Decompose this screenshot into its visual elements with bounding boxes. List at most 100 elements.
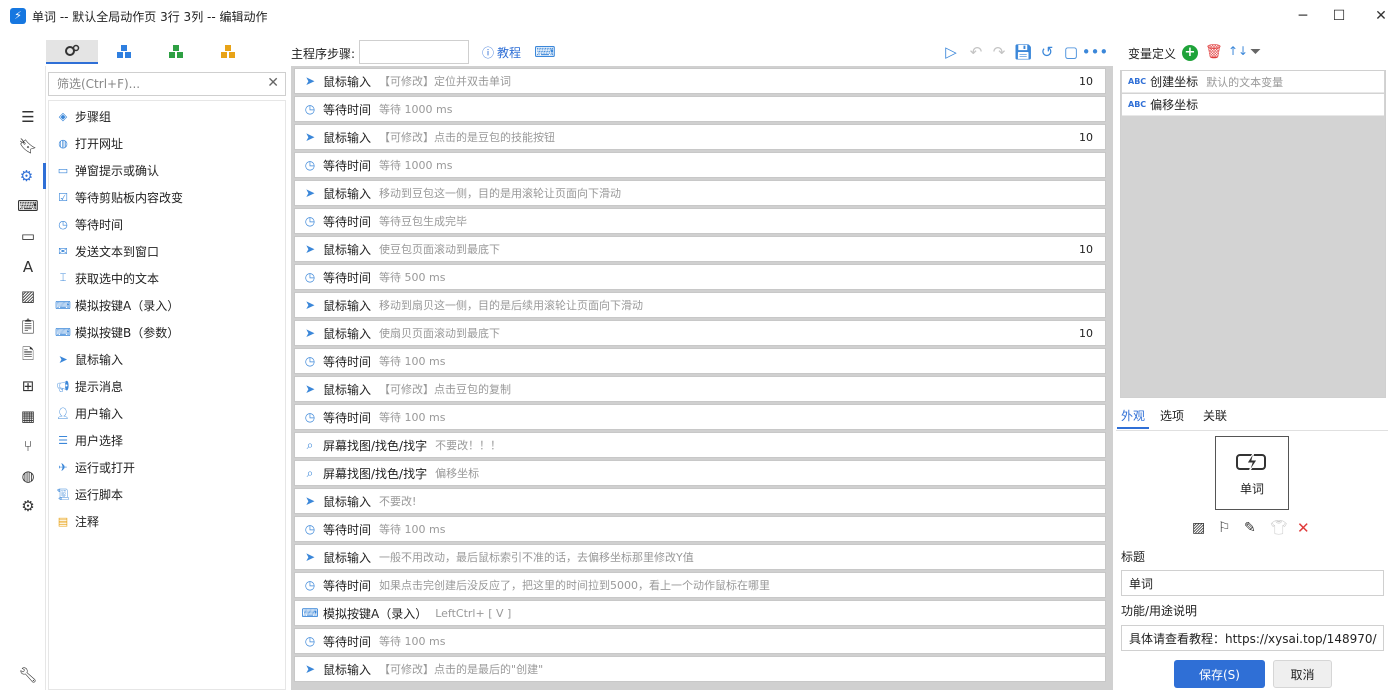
action-item[interactable]: ◈ 步骤组 [55, 105, 111, 127]
eyedropper-icon[interactable]: ✎ [1244, 520, 1256, 536]
description-label: 功能/用途说明 [1121, 604, 1198, 618]
scrollbar[interactable] [1388, 36, 1398, 690]
step-row[interactable]: ➤ 鼠标输入 一般不用改动，最后鼠标索引不准的话，去偏移坐标那里修改Y值 [294, 544, 1106, 570]
action-item[interactable]: 👤︎ 用户输入 [55, 402, 123, 424]
flag-icon[interactable]: ⚐ [1218, 520, 1231, 536]
shirt-icon[interactable]: 👕︎ [1270, 520, 1288, 536]
note-edit-icon[interactable]: ▢ [1061, 42, 1081, 62]
step-row[interactable]: ➤ 鼠标输入 移动到扇贝这一侧，目的是后续用滚轮让页面向下滑动 [294, 292, 1106, 318]
variable-row[interactable]: ABC 偏移坐标 [1122, 94, 1384, 116]
play-icon[interactable]: ▷ [941, 42, 961, 62]
step-row[interactable]: ➤ 鼠标输入 【可修改】点击的是豆包的技能按钮 10 [294, 124, 1106, 150]
title-input[interactable]: 单词 [1121, 570, 1384, 596]
action-item[interactable]: 📜︎ 运行脚本 [55, 483, 123, 505]
wrench-icon[interactable]: 🔧︎ [10, 662, 46, 688]
cancel-button[interactable]: 取消 [1273, 660, 1332, 688]
step-row[interactable]: ◷ 等待时间 等待 1000 ms [294, 96, 1106, 122]
settings-icon[interactable]: ⚙ [10, 163, 46, 189]
save-icon[interactable]: 💾︎ [1013, 42, 1033, 62]
globe-icon[interactable]: ◍ [10, 463, 46, 489]
cubes-orange-icon[interactable] [202, 40, 254, 64]
more-icon[interactable]: ••• [1082, 42, 1109, 62]
clear-appearance-icon[interactable]: ✕ [1297, 519, 1310, 537]
action-item[interactable]: ⌶ 获取选中的文本 [55, 267, 159, 289]
tab-options[interactable]: 选项 [1156, 407, 1188, 429]
step-row[interactable]: ◷ 等待时间 等待 500 ms [294, 264, 1106, 290]
step-row[interactable]: ◷ 等待时间 等待 1000 ms [294, 152, 1106, 178]
filter-input[interactable] [49, 73, 259, 95]
image-icon[interactable]: ▨ [1192, 520, 1205, 536]
windows-icon[interactable]: ⊞ [10, 373, 46, 399]
add-variable-icon[interactable]: + [1182, 45, 1198, 61]
step-row[interactable]: ◷ 等待时间 等待 100 ms [294, 516, 1106, 542]
lightning-icon [1236, 451, 1266, 472]
action-item[interactable]: ◍ 打开网址 [55, 132, 123, 154]
step-row[interactable]: ◷ 等待时间 等待豆包生成完毕 [294, 208, 1106, 234]
variable-row[interactable]: ABC 创建坐标 默认的文本变量 [1122, 71, 1384, 93]
step-row[interactable]: ◷ 等待时间 等待 100 ms [294, 404, 1106, 430]
document-icon[interactable]: 🗎 [10, 343, 46, 369]
menu-icon[interactable]: ☰ [10, 104, 46, 130]
action-item[interactable]: ➤ 鼠标输入 [55, 348, 123, 370]
image-icon[interactable]: ▨ [10, 283, 46, 309]
action-item[interactable]: ✈ 运行或打开 [55, 456, 135, 478]
history-icon[interactable]: ↺ [1037, 42, 1057, 62]
step-row[interactable]: ➤ 鼠标输入 使扇贝页面滚动到最底下 10 [294, 320, 1106, 346]
clear-icon[interactable]: ✕ [267, 75, 279, 91]
clipboard-icon[interactable]: 📋︎ [10, 313, 46, 339]
step-name: 等待时间 [323, 214, 372, 229]
bookmark-icon[interactable]: 🔖︎ [10, 133, 46, 159]
window-icon[interactable]: ▭ [10, 223, 46, 249]
tab-appearance[interactable]: 外观 [1117, 407, 1150, 429]
action-item[interactable]: ☰ 用户选择 [55, 429, 123, 451]
steps-name-input[interactable] [359, 40, 469, 64]
step-name: 鼠标输入 [323, 382, 372, 397]
tutorial-link[interactable]: ⓘ 教程 [482, 44, 521, 61]
branch-icon[interactable]: ⑂ [10, 433, 46, 459]
step-row[interactable]: ➤ 鼠标输入 不要改! [294, 488, 1106, 514]
action-item[interactable]: ▤ 注释 [55, 510, 99, 532]
action-item[interactable]: ⌨ 模拟按键B（参数） [55, 321, 179, 343]
action-preview[interactable]: 单词 [1215, 436, 1289, 510]
keyboard-icon[interactable]: ⌨ [534, 42, 556, 62]
timer-icon: ◷ [304, 354, 316, 368]
step-row[interactable]: ⌕ 屏幕找图/找色/找字 偏移坐标 [294, 460, 1106, 486]
step-row[interactable]: ➤ 鼠标输入 使豆包页面滚动到最底下 10 [294, 236, 1106, 262]
text-icon[interactable]: A [10, 254, 46, 280]
undo-icon[interactable]: ↶ [966, 42, 986, 62]
preview-label: 单词 [1239, 481, 1264, 496]
gear-alt-icon[interactable]: ⚙ [10, 493, 46, 519]
save-button[interactable]: 保存(S) [1174, 660, 1265, 688]
cubes-blue-icon[interactable] [98, 40, 150, 64]
action-item[interactable]: 📢︎ 提示消息 [55, 375, 123, 397]
sort-icon[interactable]: ↑↓ [1228, 44, 1248, 58]
action-label: 运行或打开 [75, 460, 136, 475]
close-button[interactable]: ✕ [1358, 0, 1400, 32]
step-row[interactable]: ➤ 鼠标输入 【可修改】定位并双击单词 10 [294, 68, 1106, 94]
grid-icon[interactable]: ▦ [10, 403, 46, 429]
step-row[interactable]: ◷ 等待时间 如果点击完创建后没反应了，把这里的时间拉到5000，看上一个动作鼠标在… [294, 572, 1106, 598]
action-label: 等待时间 [75, 217, 124, 232]
action-item[interactable]: ▭ 弹窗提示或确认 [55, 159, 159, 181]
description-input[interactable]: 具体请查看教程：https://xysai.top/148970/ [1121, 625, 1384, 651]
action-item[interactable]: ✉ 发送文本到窗口 [55, 240, 159, 262]
keyboard-icon[interactable]: ⌨ [10, 193, 46, 219]
step-row[interactable]: ➤ 鼠标输入 【可修改】点击豆包的复制 [294, 376, 1106, 402]
step-row[interactable]: ➤ 鼠标输入 【可修改】点击的是最后的"创建" [294, 656, 1106, 682]
tab-relations[interactable]: 关联 [1199, 407, 1231, 429]
gears-icon[interactable] [46, 40, 98, 64]
action-item[interactable]: ⌨ 模拟按键A（录入） [55, 294, 179, 316]
step-row[interactable]: ◷ 等待时间 等待 100 ms [294, 628, 1106, 654]
redo-icon[interactable]: ↷ [989, 42, 1009, 62]
maximize-button[interactable]: ☐ [1316, 0, 1362, 32]
step-row[interactable]: ⌕ 屏幕找图/找色/找字 不要改！！！ [294, 432, 1106, 458]
step-row[interactable]: ⌨ 模拟按键A（录入） LeftCtrl+ [ V ] [294, 600, 1106, 626]
step-row[interactable]: ◷ 等待时间 等待 100 ms [294, 348, 1106, 374]
cubes-green-icon[interactable] [150, 40, 202, 64]
action-item[interactable]: ◷ 等待时间 [55, 213, 123, 235]
action-item[interactable]: ☑ 等待剪贴板内容改变 [55, 186, 183, 208]
filter-icon[interactable]: ⏷ [1250, 44, 1261, 60]
step-row[interactable]: ➤ 鼠标输入 移动到豆包这一侧，目的是用滚轮让页面向下滑动 [294, 180, 1106, 206]
delete-variable-icon[interactable]: 🗑︎ [1205, 44, 1223, 60]
step-name: 等待时间 [323, 522, 372, 537]
